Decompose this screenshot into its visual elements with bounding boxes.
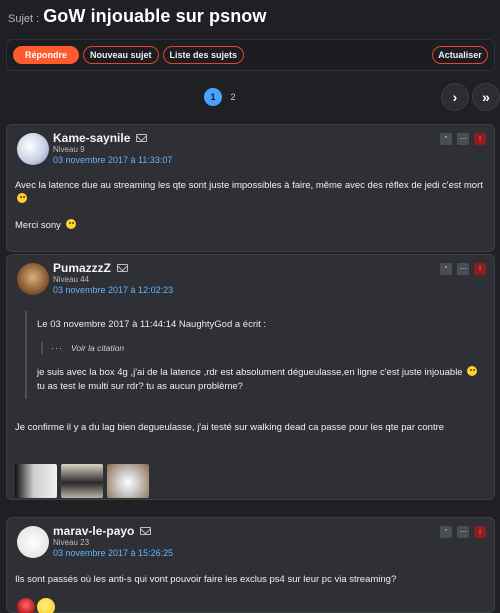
quote-icon[interactable]: " [440,526,452,538]
author-level: Niveau 23 [53,538,90,547]
topic-title: GoW injouable sur psnow [43,6,267,26]
mail-icon[interactable] [136,134,148,142]
post-body: Avec la latence due au streaming les qte… [15,179,484,232]
post: Kame-saynile Niveau 9 03 novembre 2017 à… [6,124,495,252]
next-page-button[interactable]: › [441,83,469,111]
author-name[interactable]: marav-le-payo [53,524,134,538]
pagination: 1 2 › » [0,83,500,111]
attachment-thumbnail[interactable] [15,464,57,498]
topic-list-button[interactable]: Liste des sujets [162,46,245,64]
post-actions: " ⋯ ! [440,526,486,538]
quote-icon[interactable]: " [440,133,452,145]
post-date[interactable]: 03 novembre 2017 à 11:33:07 [53,155,172,165]
new-topic-button[interactable]: Nouveau sujet [83,46,159,64]
post: marav-le-payo Niveau 23 03 novembre 2017… [6,517,495,613]
quote-icon[interactable]: " [440,263,452,275]
avatar[interactable] [17,263,49,295]
report-icon[interactable]: ! [474,526,486,538]
author-name[interactable]: Kame-saynile [53,131,130,145]
smiley-icon [467,366,478,376]
quote-line: tu as test le multi sur rdr? tu as aucun… [37,381,243,393]
see-quote-link[interactable]: Voir la citation [71,343,124,353]
post-date[interactable]: 03 novembre 2017 à 12:02:23 [53,285,173,295]
image-attachments [15,464,149,498]
attachment-thumbnail[interactable] [61,464,103,498]
smiley-icon [37,598,55,613]
topic-prefix: Sujet : [8,13,40,25]
post-text: Ils sont passés où les anti-s qui vont p… [15,574,397,585]
quote-line: je suis avec la box 4g ,j'ai de la laten… [37,367,463,378]
topic-action-bar: Répondre Nouveau sujet Liste des sujets … [6,39,495,71]
smiley-icon [17,192,27,203]
refresh-button[interactable]: Actualiser [432,46,488,64]
post-body: Je confirme il y a du lag bien degueulas… [15,421,484,435]
topic-header: Sujet : GoW injouable sur psnow [0,0,500,30]
report-icon[interactable]: ! [474,263,486,275]
post-text: Avec la latence due au streaming les qte… [15,180,483,191]
page-1-link[interactable]: 1 [204,88,222,106]
more-icon[interactable]: ⋯ [457,263,469,275]
more-icon[interactable]: ⋯ [457,526,469,538]
avatar[interactable] [17,526,49,558]
avatar[interactable] [17,133,49,165]
smiley-icon [65,218,76,229]
ellipsis-icon: ··· [51,343,63,353]
author-name[interactable]: PumazzzZ [53,261,111,275]
attachment-thumbnail[interactable] [107,464,149,498]
author-level: Niveau 9 [53,145,85,154]
post-actions: " ⋯ ! [440,263,486,275]
post-text: Je confirme il y a du lag bien degueulas… [15,422,445,433]
reply-button[interactable]: Répondre [13,46,79,64]
mail-icon[interactable] [117,264,129,272]
skip-to-end-icon: » [482,89,490,105]
post-actions: " ⋯ ! [440,133,486,145]
quote-text: je suis avec la box 4g ,j'ai de la laten… [37,366,481,395]
chevron-right-icon: › [452,89,458,105]
post-date[interactable]: 03 novembre 2017 à 15:26:25 [53,548,173,558]
quote-header: Le 03 novembre 2017 à 11:44:14 NaughtyGo… [37,319,267,330]
sticker-row [17,598,55,613]
report-icon[interactable]: ! [474,133,486,145]
blockquote: Le 03 novembre 2017 à 11:44:14 NaughtyGo… [25,311,487,399]
post: PumazzzZ Niveau 44 03 novembre 2017 à 12… [6,254,495,500]
nested-quote-toggle[interactable]: ··· Voir la citation [41,342,481,354]
page-2-link[interactable]: 2 [224,88,242,106]
mail-icon[interactable] [140,527,152,535]
more-icon[interactable]: ⋯ [457,133,469,145]
post-text: Merci sony [15,219,61,231]
author-level: Niveau 44 [53,275,90,284]
last-page-button[interactable]: » [472,83,500,111]
post-body: Ils sont passés où les anti-s qui vont p… [15,573,484,587]
sticker-icon [17,598,35,613]
